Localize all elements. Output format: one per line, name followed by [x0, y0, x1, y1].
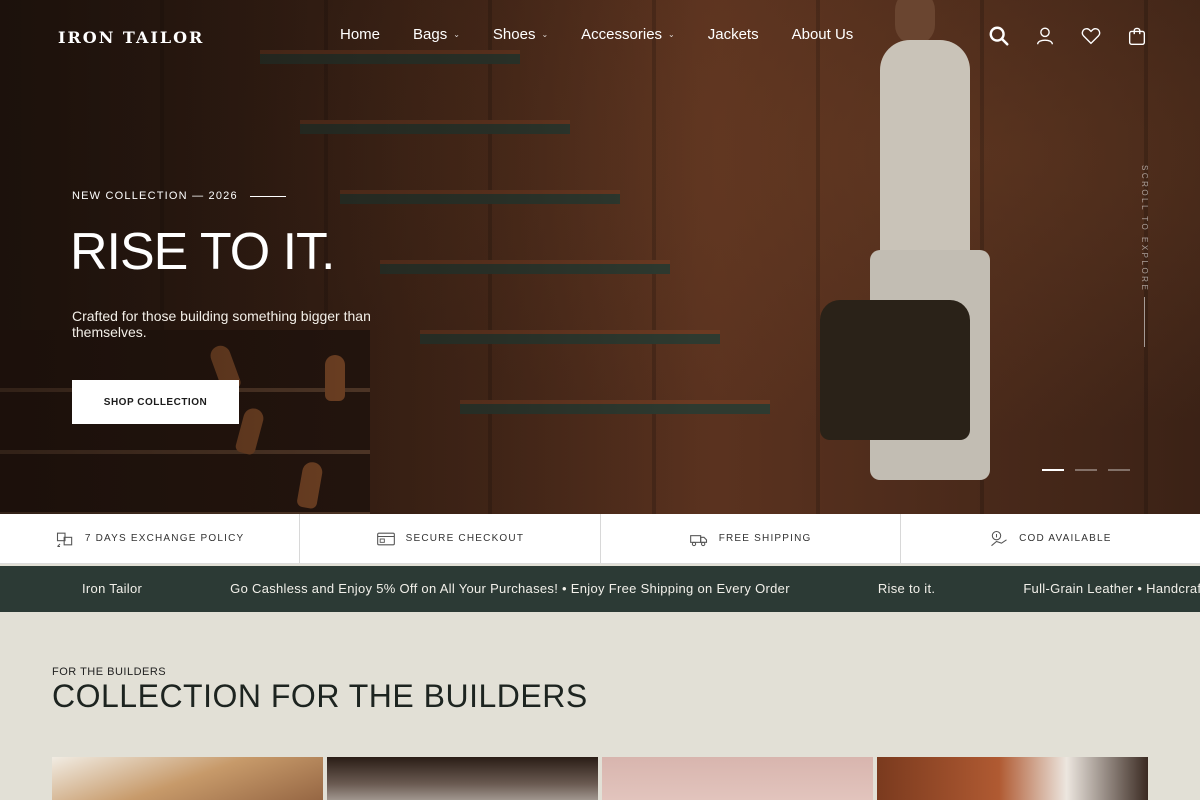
leather-bag-image [820, 300, 970, 440]
nav-item-label: Jackets [707, 26, 759, 43]
shipping-truck-icon [689, 534, 707, 546]
builders-collection-section: FOR THE BUILDERS COLLECTION FOR THE BUIL… [0, 612, 1200, 800]
marquee-item: Go Cashless and Enjoy 5% Off on All Your… [230, 581, 790, 596]
feature-label: 7 DAYS EXCHANGE POLICY [84, 533, 245, 544]
eyebrow-divider [249, 195, 286, 197]
announcement-marquee: Iron Tailor Go Cashless and Enjoy 5% Off… [0, 566, 1200, 612]
hero-banner: IRON TAILOR Home Bags ⌄ Shoes ⌄ Accessor… [0, 0, 1200, 514]
nav-item-label: About Us [791, 26, 854, 43]
slide-dot-1[interactable] [1042, 469, 1064, 471]
header-icons [988, 25, 1148, 47]
collection-eyebrow: FOR THE BUILDERS [52, 666, 167, 678]
feature-cod: COD AVAILABLE [901, 514, 1200, 563]
feature-strip: 7 DAYS EXCHANGE POLICY SECURE CHECKOUT F… [0, 514, 1200, 564]
scroll-indicator[interactable]: SCROLL TO EXPLORE [1140, 165, 1154, 350]
hero-headline: RISE TO IT. [70, 223, 335, 281]
feature-label: COD AVAILABLE [1019, 533, 1112, 544]
collection-card-image[interactable] [327, 757, 598, 800]
nav-item-label: Bags [413, 26, 448, 43]
marquee-item: Iron Tailor [82, 581, 143, 596]
collection-title: COLLECTION FOR THE BUILDERS [52, 678, 588, 714]
chevron-down-icon: ⌄ [668, 30, 675, 39]
shop-collection-button[interactable]: SHOP COLLECTION [72, 380, 239, 424]
marquee-item: Rise to it. [877, 581, 936, 596]
nav-item-home[interactable]: Home [340, 26, 380, 43]
feature-free-shipping: FREE SHIPPING [601, 514, 901, 563]
hero-subtext: Crafted for those building something big… [72, 308, 371, 340]
cart-icon[interactable] [1126, 25, 1148, 47]
chevron-down-icon: ⌄ [541, 30, 549, 39]
nav-item-label: Shoes [492, 26, 536, 43]
nav-item-about-us[interactable]: About Us [792, 26, 854, 43]
collection-cards [52, 757, 1148, 800]
nav-item-shoes[interactable]: Shoes ⌄ [493, 26, 548, 43]
feature-label: SECURE CHECKOUT [405, 533, 525, 544]
hero-eyebrow-text: NEW COLLECTION — 2026 [72, 190, 238, 202]
feature-exchange: 7 DAYS EXCHANGE POLICY [0, 514, 301, 563]
main-nav: Home Bags ⌄ Shoes ⌄ Accessories ⌄ Jacket… [340, 26, 886, 43]
cash-on-delivery-icon [991, 530, 1007, 546]
slide-pagination [1042, 469, 1130, 471]
brand-logo[interactable]: IRON TAILOR [58, 28, 204, 47]
nav-item-bags[interactable]: Bags ⌄ [413, 26, 460, 43]
search-icon[interactable] [988, 25, 1010, 47]
chevron-down-icon: ⌄ [453, 30, 460, 39]
nav-item-accessories[interactable]: Accessories ⌄ [581, 26, 675, 43]
model-figure [820, 0, 1000, 500]
collection-card-image[interactable] [52, 757, 323, 800]
hero-eyebrow: NEW COLLECTION — 2026 [72, 190, 286, 202]
nav-item-label: Home [340, 26, 381, 43]
collection-card-image[interactable] [602, 757, 873, 800]
feature-secure-checkout: SECURE CHECKOUT [300, 514, 601, 563]
nav-item-jackets[interactable]: Jackets [708, 26, 759, 43]
marquee-item: Full-Grain Leather • Handcraf [1023, 581, 1200, 596]
scroll-hint-text: SCROLL TO EXPLORE [1140, 165, 1149, 293]
slide-dot-2[interactable] [1075, 469, 1097, 471]
exchange-icon [56, 532, 73, 547]
collection-card-image[interactable] [877, 757, 1148, 800]
nav-item-label: Accessories [581, 26, 663, 43]
marquee-row: Iron Tailor Go Cashless and Enjoy 5% Off… [82, 581, 1200, 596]
scroll-line [1144, 297, 1145, 347]
feature-label: FREE SHIPPING [718, 533, 812, 544]
account-icon[interactable] [1034, 25, 1056, 47]
site-header: IRON TAILOR Home Bags ⌄ Shoes ⌄ Accessor… [0, 0, 1200, 74]
slide-dot-3[interactable] [1108, 469, 1130, 471]
secure-checkout-icon [376, 532, 395, 545]
wishlist-icon[interactable] [1080, 25, 1102, 47]
